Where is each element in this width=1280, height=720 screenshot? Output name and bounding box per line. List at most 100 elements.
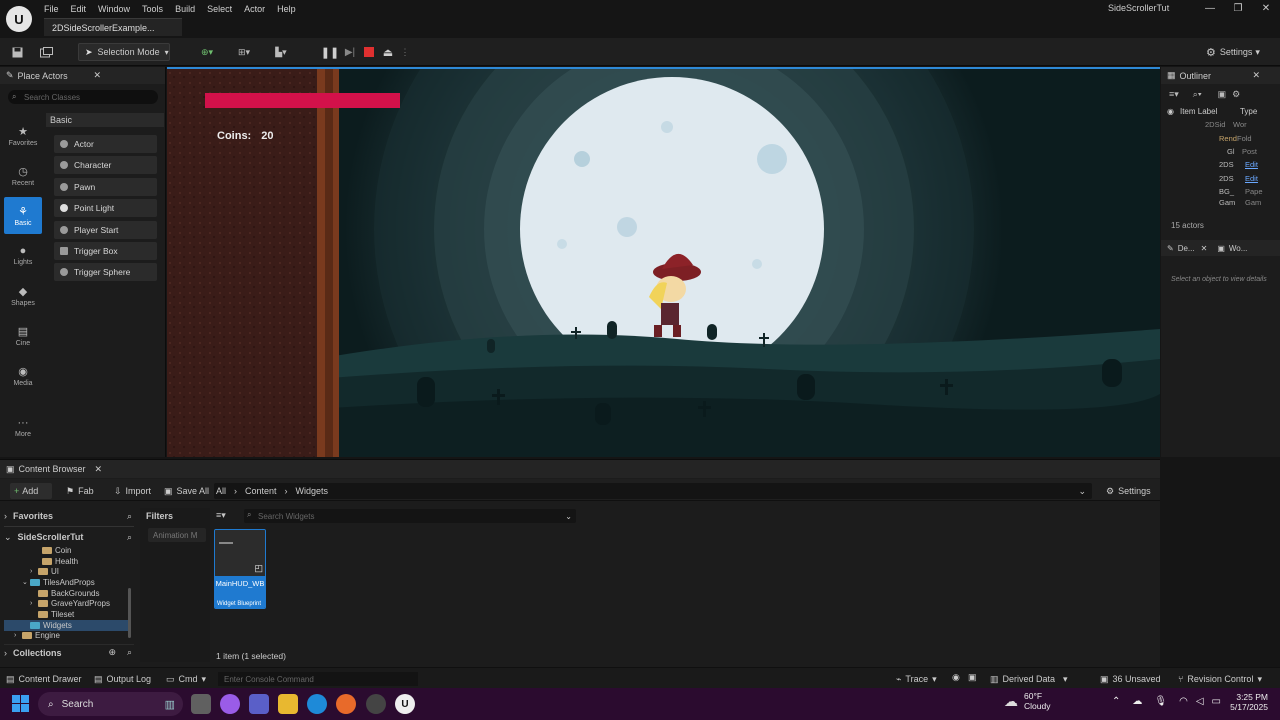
file-explorer-icon[interactable] [278,694,298,714]
selection-mode-dropdown[interactable]: ➤ Selection Mode ▾ [78,43,170,61]
close-icon[interactable]: ✕ [95,464,103,475]
actor-item-actor[interactable]: Actor [54,135,157,153]
level-tab[interactable]: 2DSideScrollerExample... [44,18,182,36]
category-lights[interactable]: ● Lights [4,237,42,274]
actor-item-point-light[interactable]: Point Light [54,199,157,218]
search-icon[interactable]: ⌕ [127,532,132,543]
project-section[interactable]: ⌄ SideScrollerTut ⌕ [4,529,134,545]
weather-widget[interactable]: ☁ 60°F Cloudy [1004,691,1050,711]
row-type-link[interactable]: Edit [1245,174,1258,183]
search-icon[interactable]: ⌕▾ [1193,89,1202,100]
output-log-button[interactable]: ▤ Output Log [94,672,151,686]
category-recent[interactable]: ◷ Recent [4,157,42,194]
chevron-down-icon[interactable]: ⌄ [565,512,572,521]
outliner-row[interactable]: Rend Fold [1161,131,1280,144]
menu-tools[interactable]: Tools [142,4,163,14]
tree-item-health[interactable]: Health [4,556,134,567]
firefox-icon[interactable] [336,694,356,714]
row-type-link[interactable]: Edit [1245,160,1258,169]
teams-icon[interactable] [249,694,269,714]
tree-item-tilesandprops[interactable]: ⌄ TilesAndProps [4,577,134,588]
tree-item-graveyardprops[interactable]: › GraveYardProps [4,598,134,609]
world-settings-tab[interactable]: Wo... [1229,244,1248,253]
category-favorites[interactable]: ★ Favorites [4,117,42,154]
pause-icon[interactable]: ❚❚ [320,43,340,61]
favorites-section[interactable]: › Favorites ⌕ [4,508,134,524]
add-collection-icon[interactable]: ⊕ [108,647,116,658]
outliner-row[interactable]: Gl Post [1161,145,1280,158]
search-widgets-input[interactable]: ⌕ Search Widgets ⌄ [244,509,576,523]
category-more[interactable]: ··· More [4,409,42,446]
obs-icon[interactable] [366,694,386,714]
trace-dropdown[interactable]: ⌁ Trace ▾ [896,672,937,686]
actor-item-pawn[interactable]: Pawn [54,177,157,196]
close-icon[interactable]: ✕ [1201,244,1208,253]
save-icon[interactable] [10,43,24,61]
search-icon[interactable]: ⌕ [127,511,132,522]
folder-add-icon[interactable]: ▣ [1218,89,1227,100]
tree-item-backgrounds[interactable]: BackGrounds [4,588,134,599]
add-button[interactable]: + Add [10,483,52,499]
actor-item-trigger-box[interactable]: Trigger Box [54,241,157,260]
search-icon[interactable]: ⌕ [127,647,132,658]
filter-chip[interactable]: Animation M [148,528,206,542]
onedrive-icon[interactable]: ☁ [1132,696,1142,707]
outliner-row[interactable]: BG_ Pape [1161,185,1280,198]
content-settings-button[interactable]: ⚙ Settings [1102,483,1155,499]
speaker-icon[interactable]: ◁ [1196,696,1204,707]
add-actor-icon[interactable]: ⊕▾ [196,43,218,61]
breadcrumb-widgets[interactable]: Widgets [296,486,329,496]
blueprint-icon[interactable]: ⊞▾ [232,43,256,61]
outliner-row[interactable]: 2DSid Wor [1161,118,1280,131]
menu-help[interactable]: Help [277,4,296,14]
revision-control-button[interactable]: ⑂ Revision Control ▾ [1178,672,1262,686]
eject-icon[interactable]: ⏏ [380,43,396,61]
menu-select[interactable]: Select [207,4,232,14]
copilot-icon[interactable] [220,694,240,714]
camera-icon[interactable]: ▣ [968,672,977,686]
tree-item-ui[interactable]: › UI [4,566,134,577]
tree-item-engine[interactable]: › Engine [4,631,134,642]
content-drawer-button[interactable]: ▤ Content Drawer [6,672,82,686]
close-icon[interactable]: ✕ [1252,70,1260,81]
close-window-icon[interactable]: ✕ [1252,3,1280,14]
wifi-icon[interactable]: ◠ [1179,696,1188,707]
unsaved-button[interactable]: ▣ 36 Unsaved [1100,672,1161,686]
task-view-icon[interactable] [191,694,211,714]
battery-icon[interactable]: ▭ [1212,696,1221,707]
outliner-row[interactable]: 2DS Edit [1161,172,1280,185]
maximize-icon[interactable]: ❐ [1224,3,1252,14]
search-classes-input[interactable]: ⌕ Search Classes [8,90,158,104]
category-media[interactable]: ◉ Media [4,357,42,394]
tree-scrollbar[interactable] [128,588,131,638]
menu-actor[interactable]: Actor [244,4,265,14]
actor-item-trigger-sphere[interactable]: Trigger Sphere [54,263,157,282]
content-browser-tab[interactable]: ▣ Content Browser ✕ [0,460,1160,478]
close-icon[interactable]: ✕ [93,70,101,81]
gear-icon[interactable]: ⚙ [1232,89,1240,100]
tree-item-widgets[interactable]: Widgets [4,619,128,631]
cmd-dropdown[interactable]: ▭ Cmd ▾ [166,672,206,686]
derived-data-dropdown[interactable]: ▥ Derived Data ▾ [990,672,1068,686]
microphone-icon[interactable]: 🎙 [1154,696,1167,707]
windows-start-icon[interactable] [12,695,29,714]
outliner-tab[interactable]: ▦ Outliner ✕ [1161,67,1280,84]
save-all-button[interactable]: ▣ Save All [160,483,213,499]
asset-filter-button[interactable]: ≡▾ [216,510,226,521]
place-actors-tab[interactable]: ✎ Place Actors ✕ [0,67,165,84]
step-icon[interactable]: ▶| [342,43,358,61]
taskbar-search[interactable]: ⌕ Search ▥ [38,692,183,716]
breadcrumb-content[interactable]: Content [245,486,277,496]
breadcrumb-all[interactable]: All [216,486,226,496]
menu-edit[interactable]: Edit [71,4,87,14]
category-basic[interactable]: ⚘ Basic [4,197,42,234]
details-tab[interactable]: De... [1178,244,1195,253]
clock[interactable]: 3:25 PM 5/17/2025 [1226,692,1268,712]
menu-build[interactable]: Build [175,4,195,14]
chevron-down-icon[interactable]: ⌄ [1078,486,1086,497]
record-icon[interactable]: ◉ [952,672,960,686]
category-shapes[interactable]: ◆ Shapes [4,277,42,314]
level-viewport[interactable]: Coins: 20 [167,67,1160,457]
unreal-taskbar-icon[interactable]: U [395,694,415,714]
settings-button[interactable]: ⚙ Settings ▾ [1206,43,1274,61]
